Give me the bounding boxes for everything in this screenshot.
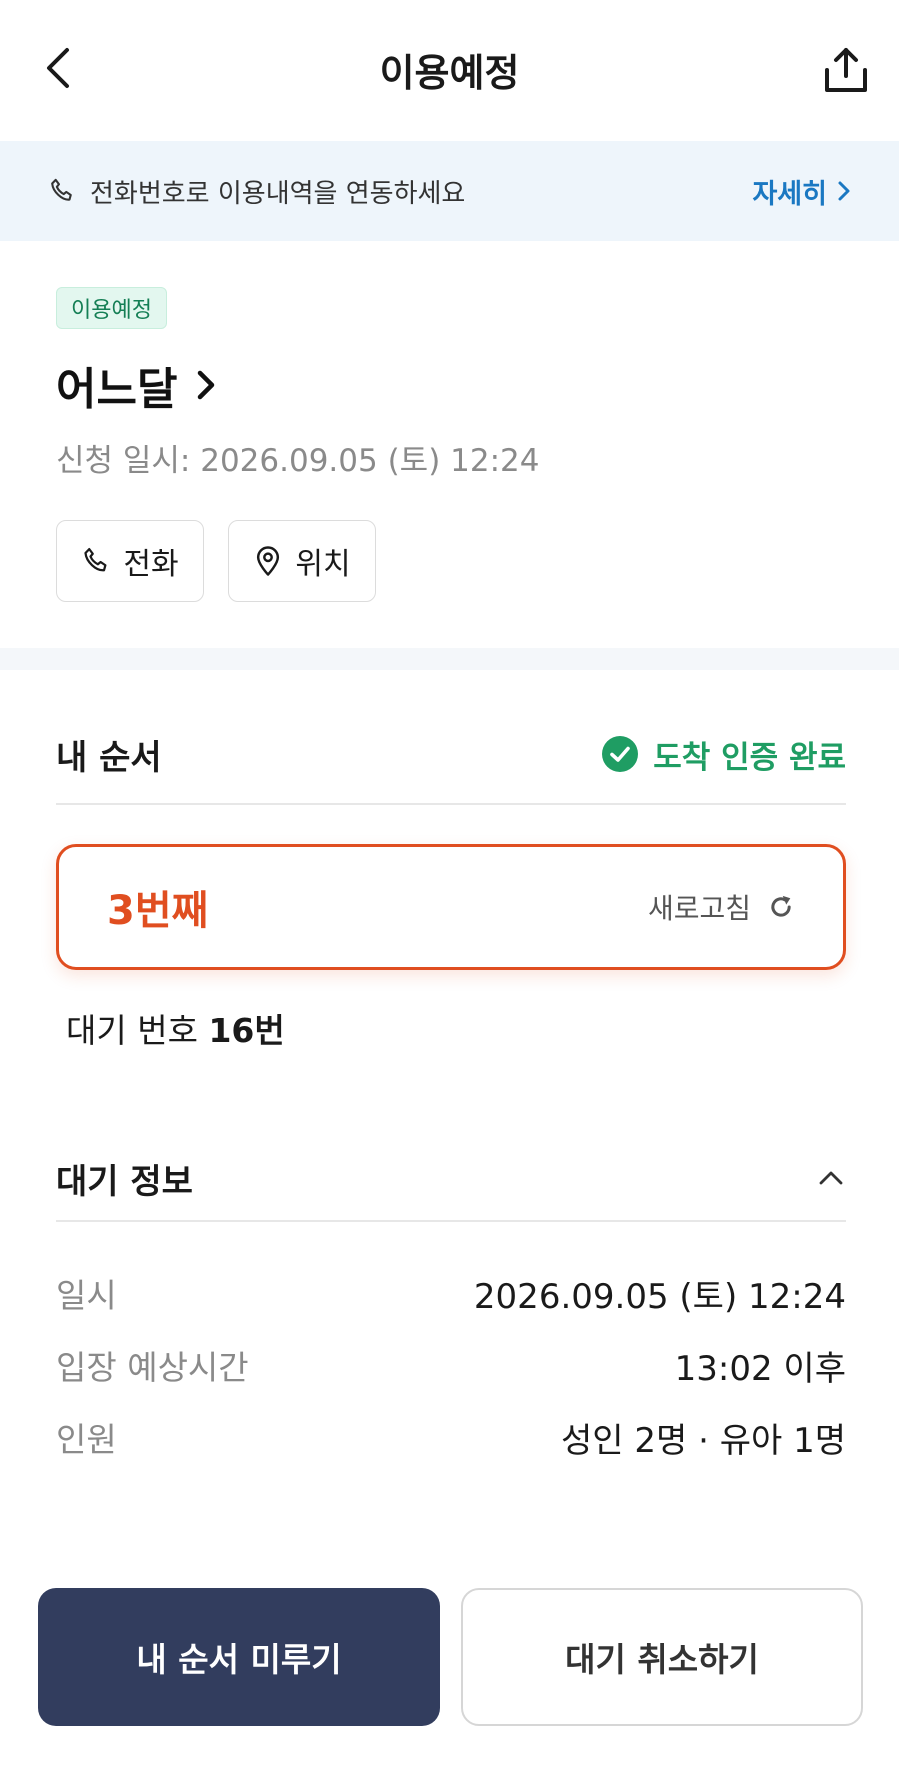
- postpone-turn-button[interactable]: 내 순서 미루기: [38, 1588, 440, 1726]
- my-order-header: 내 순서 도착 인증 완료: [56, 724, 846, 784]
- info-row-party-size: 인원 성인 2명 · 유아 1명: [56, 1412, 846, 1462]
- info-value: 2026.09.05 (토) 12:24: [473, 1276, 846, 1317]
- location-button[interactable]: 위치: [228, 520, 376, 602]
- refresh-button[interactable]: 새로고침: [648, 887, 795, 927]
- location-label: 위치: [295, 547, 351, 582]
- info-row-datetime: 일시 2026.09.05 (토) 12:24: [56, 1268, 846, 1318]
- chevron-right-icon: [838, 181, 850, 201]
- banner-text: 전화번호로 이용내역을 연동하세요: [90, 178, 466, 209]
- share-icon: [825, 48, 867, 92]
- arrival-verified-status: 도착 인증 완료: [601, 732, 846, 777]
- waiting-number-row: 대기 번호 16번: [66, 1004, 285, 1052]
- waiting-number-label: 대기 번호: [66, 1011, 198, 1050]
- info-label: 인원: [56, 1420, 117, 1459]
- location-pin-icon: [257, 546, 280, 576]
- my-order-divider: [56, 803, 846, 805]
- phone-icon: [84, 548, 107, 572]
- check-circle-icon: [602, 736, 639, 772]
- phone-link-banner[interactable]: 전화번호로 이용내역을 연동하세요 자세히: [0, 141, 899, 241]
- wait-info-header[interactable]: 대기 정보: [56, 1148, 846, 1208]
- info-value: 성인 2명 · 유아 1명: [561, 1420, 846, 1461]
- share-button[interactable]: [818, 38, 874, 102]
- banner-detail-label: 자세히: [752, 178, 827, 210]
- arrival-verified-label: 도착 인증 완료: [653, 739, 846, 776]
- section-divider: [0, 648, 899, 670]
- chevron-right-icon: [198, 370, 215, 400]
- chevron-up-icon: [819, 1171, 843, 1185]
- status-badge: 이용예정: [56, 287, 167, 329]
- store-info-section: 이용예정 어느달 신청 일시: 2026.09.05 (토) 12:24 전화 …: [0, 241, 899, 644]
- top-app-bar: 이용예정: [0, 0, 899, 140]
- info-row-expected-entry: 입장 예상시간 13:02 이후: [56, 1340, 846, 1390]
- info-label: 일시: [56, 1276, 117, 1315]
- my-order-title: 내 순서: [56, 737, 162, 778]
- cancel-waiting-button[interactable]: 대기 취소하기: [461, 1588, 863, 1726]
- wait-info-divider: [56, 1220, 846, 1222]
- store-name-link[interactable]: 어느달: [56, 353, 217, 417]
- refresh-icon: [771, 895, 791, 917]
- applied-datetime: 신청 일시: 2026.09.05 (토) 12:24: [56, 443, 540, 479]
- banner-detail-link[interactable]: 자세히: [752, 172, 851, 211]
- store-name: 어느달: [56, 364, 178, 415]
- page-title: 이용예정: [379, 51, 520, 95]
- refresh-label: 새로고침: [647, 892, 751, 925]
- wait-info-title: 대기 정보: [56, 1161, 193, 1202]
- queue-position-card: 3번째 새로고침: [56, 844, 846, 970]
- call-button[interactable]: 전화: [56, 520, 204, 602]
- phone-icon: [48, 176, 78, 206]
- waiting-number: 16번: [208, 1011, 285, 1050]
- call-label: 전화: [123, 547, 179, 582]
- info-label: 입장 예상시간: [56, 1348, 249, 1387]
- info-value: 13:02 이후: [674, 1348, 846, 1389]
- queue-position: 3번째: [107, 888, 209, 934]
